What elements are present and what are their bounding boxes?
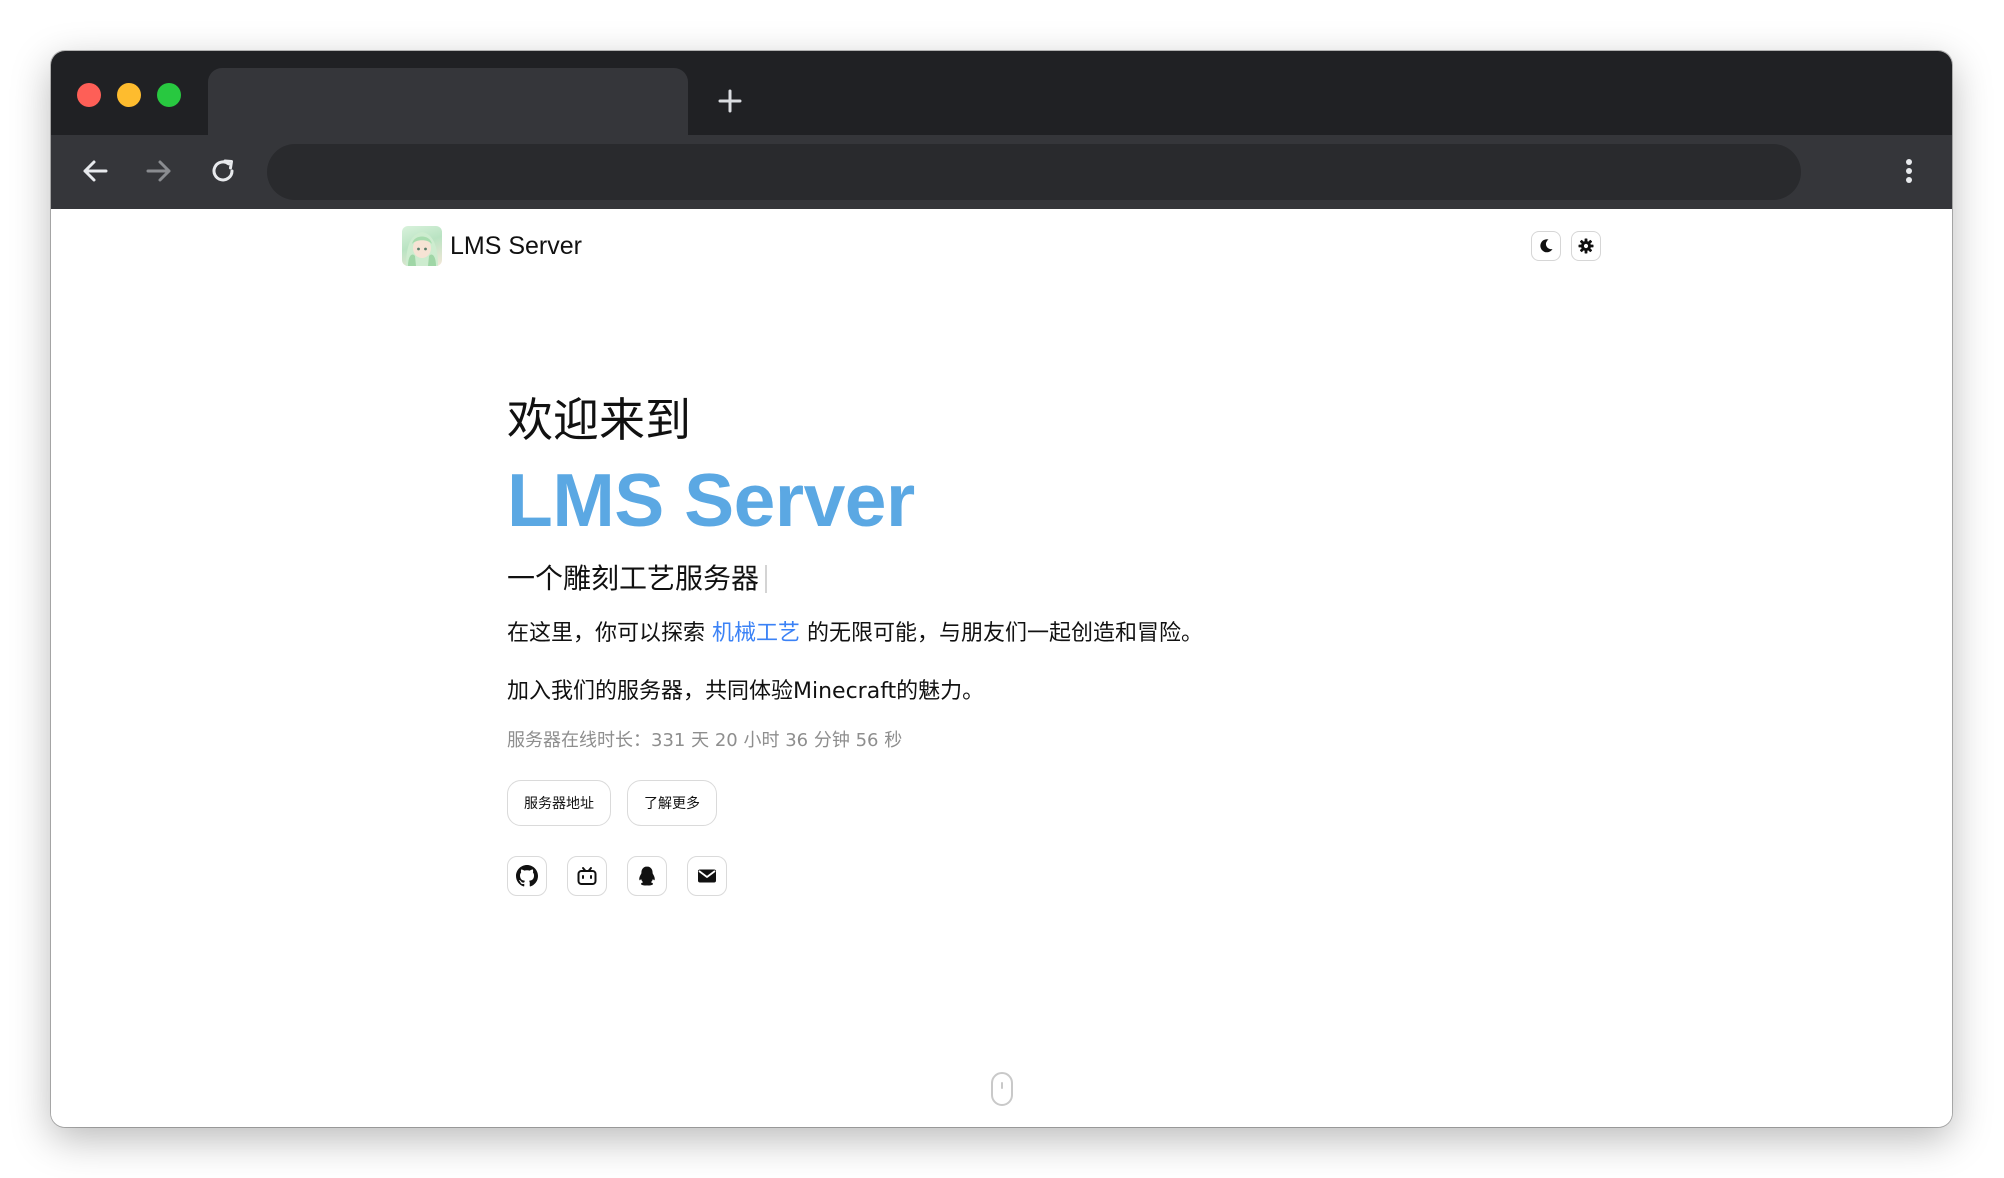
- uptime-label: 服务器在线时长：: [507, 729, 651, 751]
- back-button[interactable]: [75, 151, 115, 191]
- hero-description: 在这里，你可以探索 机械工艺 的无限可能，与朋友们一起创造和冒险。: [507, 620, 1203, 649]
- hero-title: LMS Server: [507, 458, 915, 542]
- description-text-end: 的无限可能，与朋友们一起创造和冒险。: [800, 620, 1204, 646]
- uptime-days-unit: 天: [691, 729, 710, 751]
- server-uptime: 服务器在线时长：331 天 20 小时 36 分钟 56 秒: [507, 729, 1203, 752]
- uptime-hours: 20: [714, 729, 738, 751]
- scroll-down-indicator[interactable]: [991, 1072, 1013, 1106]
- email-link[interactable]: [687, 856, 727, 897]
- site-brand[interactable]: LMS Server: [402, 226, 582, 266]
- social-links: [507, 856, 1203, 897]
- browser-menu-button[interactable]: [1889, 151, 1929, 191]
- arrow-right-icon: [146, 160, 171, 182]
- settings-button[interactable]: [1571, 231, 1601, 261]
- moon-icon: [1540, 239, 1553, 253]
- description-text-start: 在这里，你可以探索: [507, 620, 712, 646]
- arrow-left-icon: [83, 160, 108, 182]
- browser-titlebar: [51, 51, 1952, 135]
- hero-join-text: 加入我们的服务器，共同体验Minecraft的魅力。: [507, 679, 985, 705]
- hero-subtitle-text: 一个雕刻工艺服务器: [507, 562, 760, 595]
- mail-icon: [698, 869, 716, 883]
- gear-icon: [1578, 238, 1594, 254]
- site-logo: [402, 226, 442, 266]
- plus-icon: [718, 89, 742, 113]
- uptime-minutes: 36: [785, 729, 809, 751]
- uptime-seconds-unit: 秒: [884, 729, 903, 751]
- browser-toolbar: [51, 135, 1952, 209]
- github-link[interactable]: [507, 856, 547, 897]
- uptime-seconds: 56: [855, 729, 879, 751]
- create-mod-link[interactable]: 机械工艺: [712, 621, 800, 646]
- maximize-window-button[interactable]: [157, 83, 181, 107]
- forward-button[interactable]: [139, 151, 179, 191]
- uptime-minutes-unit: 分钟: [813, 729, 850, 751]
- browser-tab[interactable]: [208, 68, 688, 135]
- hero-greeting: 欢迎来到: [507, 393, 691, 447]
- uptime-days: 331: [651, 729, 686, 751]
- page-content: LMS Server 欢迎来到 LMS Server 一个雕刻工艺服务器 在这里…: [51, 209, 1952, 1127]
- server-address-button[interactable]: 服务器地址: [507, 780, 611, 827]
- theme-toggle-button[interactable]: [1531, 231, 1561, 261]
- hero-section: 欢迎来到 LMS Server 一个雕刻工艺服务器 在这里，你可以探索 机械工艺…: [507, 393, 1203, 897]
- kebab-menu-icon: [1906, 159, 1912, 183]
- learn-more-button[interactable]: 了解更多: [627, 780, 717, 827]
- new-tab-button[interactable]: [710, 81, 750, 121]
- github-icon: [516, 865, 538, 887]
- bilibili-icon: [577, 867, 597, 886]
- site-name: LMS Server: [450, 231, 582, 260]
- minimize-window-button[interactable]: [117, 83, 141, 107]
- uptime-hours-unit: 小时: [743, 729, 780, 751]
- qq-icon: [639, 866, 655, 886]
- reload-icon: [212, 159, 234, 182]
- qq-link[interactable]: [627, 856, 667, 897]
- bilibili-link[interactable]: [567, 856, 607, 897]
- hero-buttons: 服务器地址 了解更多: [507, 780, 1203, 827]
- browser-window: LMS Server 欢迎来到 LMS Server 一个雕刻工艺服务器 在这里…: [51, 51, 1952, 1127]
- typing-caret: [765, 564, 768, 593]
- address-bar[interactable]: [267, 144, 1801, 200]
- scroll-wheel: [1001, 1082, 1003, 1089]
- close-window-button[interactable]: [77, 83, 101, 107]
- reload-button[interactable]: [203, 151, 243, 191]
- hero-subtitle: 一个雕刻工艺服务器: [507, 562, 1203, 596]
